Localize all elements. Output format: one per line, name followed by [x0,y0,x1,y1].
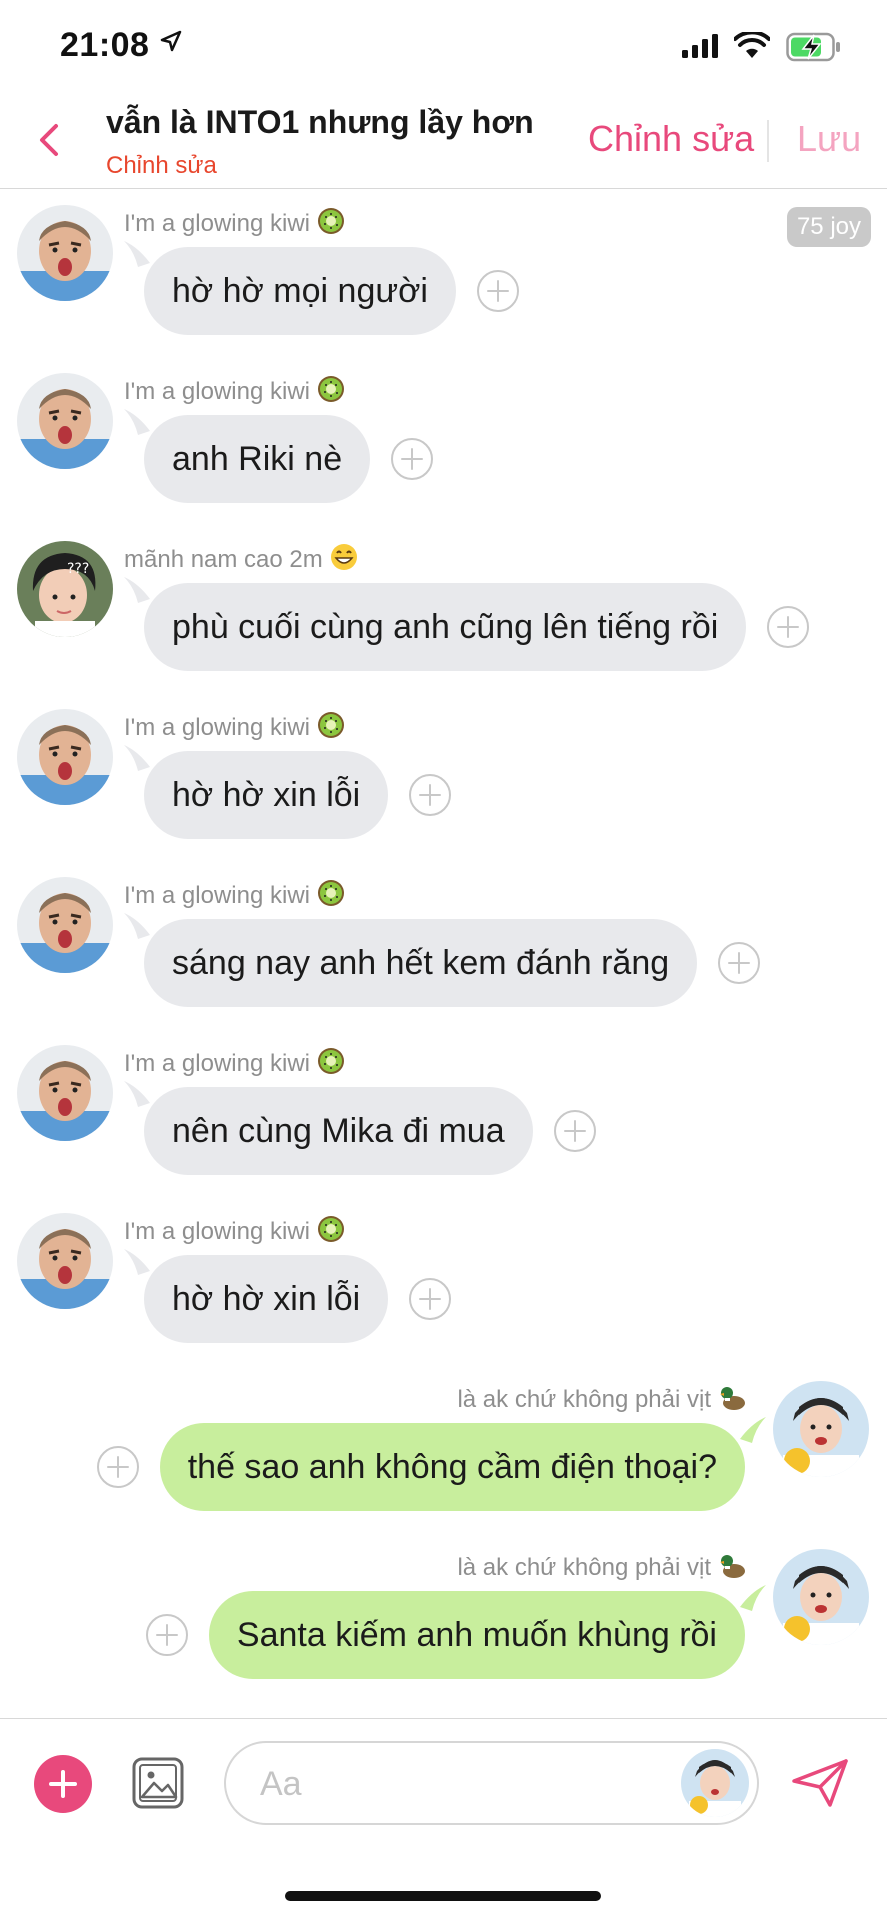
sender-name-text: I'm a glowing kiwi [124,713,310,741]
sender-name-text: I'm a glowing kiwi [124,1217,310,1245]
sender-name-text: là ak chứ không phải vịt [457,1385,711,1413]
bubble-tail [124,241,150,267]
message-bubble[interactable]: hờ hờ xin lỗi [144,751,389,839]
message-bubble[interactable]: hờ hờ mọi người [144,247,456,335]
location-arrow-icon [160,30,182,52]
boy-yellow-avatar[interactable] [773,1381,869,1477]
message-row: I'm a glowing kiwi anh Riki nè [0,357,887,507]
bald-man-avatar[interactable] [17,1045,113,1141]
save-button[interactable]: Lưu [797,118,861,160]
bald-man-avatar[interactable] [17,373,113,469]
message-bubble[interactable]: anh Riki nè [144,415,371,503]
sender-name-text: I'm a glowing kiwi [124,209,310,237]
boy-question-avatar[interactable]: ??? [17,541,113,637]
add-reaction-icon[interactable] [390,437,434,481]
bubble-tail [740,1417,766,1443]
message-input[interactable]: Aa [224,1741,759,1825]
boy-yellow-avatar[interactable] [773,1549,869,1645]
sender-name-text: I'm a glowing kiwi [124,377,310,405]
message-bubble[interactable]: phù cuối cùng anh cũng lên tiếng rồi [144,583,747,671]
sender-name-text: là ak chứ không phải vịt [457,1553,711,1581]
plus-icon [49,1770,77,1798]
bubble-tail [124,409,150,435]
message-bubble[interactable]: sáng nay anh hết kem đánh răng [144,919,698,1007]
back-chevron-icon[interactable] [34,120,64,160]
add-reaction-icon[interactable] [145,1613,189,1657]
message-input-placeholder: Aa [260,1765,302,1803]
svg-text:???: ??? [67,561,89,577]
bubble-tail [124,1081,150,1107]
cellular-signal-icon [682,34,718,58]
wifi-icon [734,32,770,58]
message-bubble[interactable]: nên cùng Mika đi mua [144,1087,533,1175]
sender-name[interactable]: mãnh nam cao 2m [124,542,359,579]
bald-man-avatar[interactable] [17,1213,113,1309]
kiwi-emoji [316,878,346,915]
bubble-tail [124,745,150,771]
chat-title[interactable]: vẫn là INTO1 nhưng lầy hơn [106,104,534,141]
add-reaction-icon[interactable] [766,605,810,649]
bubble-tail [124,577,150,603]
send-icon[interactable] [790,1757,850,1809]
sender-name[interactable]: I'm a glowing kiwi [124,878,346,915]
sender-name-text: I'm a glowing kiwi [124,1049,310,1077]
add-reaction-icon[interactable] [96,1445,140,1489]
sender-name[interactable]: I'm a glowing kiwi [124,1046,346,1083]
message-row: là ak chứ không phải vịt Santa kiếm anh m… [0,1533,887,1683]
kiwi-emoji [316,1046,346,1083]
message-bubble[interactable]: hờ hờ xin lỗi [144,1255,389,1343]
battery-charging-icon [786,32,840,62]
add-reaction-icon[interactable] [476,269,520,313]
add-reaction-icon[interactable] [717,941,761,985]
add-reaction-icon[interactable] [408,1277,452,1321]
sender-name[interactable]: I'm a glowing kiwi [124,206,346,243]
image-gallery-icon[interactable] [130,1755,186,1811]
kiwi-emoji [316,710,346,747]
bubble-tail [740,1585,766,1611]
bald-man-avatar[interactable] [17,709,113,805]
sender-name-text: I'm a glowing kiwi [124,881,310,909]
message-list[interactable]: 75 joy I'm a glowing kiwi hờ hờ mọi người… [0,189,887,1719]
sender-name[interactable]: là ak chứ không phải vịt [457,1550,747,1587]
kiwi-emoji [316,206,346,243]
chat-subtitle[interactable]: Chỉnh sửa [106,152,217,180]
sender-name[interactable]: I'm a glowing kiwi [124,374,346,411]
message-row: I'm a glowing kiwi hờ hờ mọi người [0,189,887,339]
status-bar: 21:08 [0,0,887,96]
add-reaction-icon[interactable] [408,773,452,817]
duck-emoji [717,1550,747,1587]
chat-header: vẫn là INTO1 nhưng lầy hơn Chỉnh sửa Chỉ… [0,96,887,189]
sender-name[interactable]: là ak chứ không phải vịt [457,1382,747,1419]
message-bubble[interactable]: Santa kiếm anh muốn khùng rồi [208,1591,745,1679]
message-row: là ak chứ không phải vịt thế sao anh khôn… [0,1365,887,1515]
message-row: I'm a glowing kiwi nên cùng Mika đi mua [0,1029,887,1179]
message-row: ??? mãnh nam cao 2m phù cuối cùng anh cũng… [0,525,887,675]
boy-yellow-avatar-icon [681,1749,749,1817]
add-reaction-icon[interactable] [553,1109,597,1153]
composer-bar: Aa [0,1718,887,1849]
duck-emoji [717,1382,747,1419]
sender-name-text: mãnh nam cao 2m [124,545,323,573]
grin-emoji [329,542,359,579]
sender-name[interactable]: I'm a glowing kiwi [124,1214,346,1251]
kiwi-emoji [316,1214,346,1251]
kiwi-emoji [316,374,346,411]
composer-avatar[interactable] [681,1749,749,1817]
message-bubble[interactable]: thế sao anh không cầm điện thoại? [159,1423,745,1511]
bubble-tail [124,1249,150,1275]
message-row: I'm a glowing kiwi hờ hờ xin lỗi [0,1197,887,1347]
message-row: I'm a glowing kiwi sáng nay anh hết kem đ… [0,861,887,1011]
home-indicator [285,1891,601,1901]
add-attachment-button[interactable] [34,1755,92,1813]
message-row: I'm a glowing kiwi hờ hờ xin lỗi [0,693,887,843]
bald-man-avatar[interactable] [17,205,113,301]
bald-man-avatar[interactable] [17,877,113,973]
status-time: 21:08 [60,26,150,64]
header-divider [767,120,769,162]
edit-button[interactable]: Chỉnh sửa [588,118,754,160]
sender-name[interactable]: I'm a glowing kiwi [124,710,346,747]
bubble-tail [124,913,150,939]
